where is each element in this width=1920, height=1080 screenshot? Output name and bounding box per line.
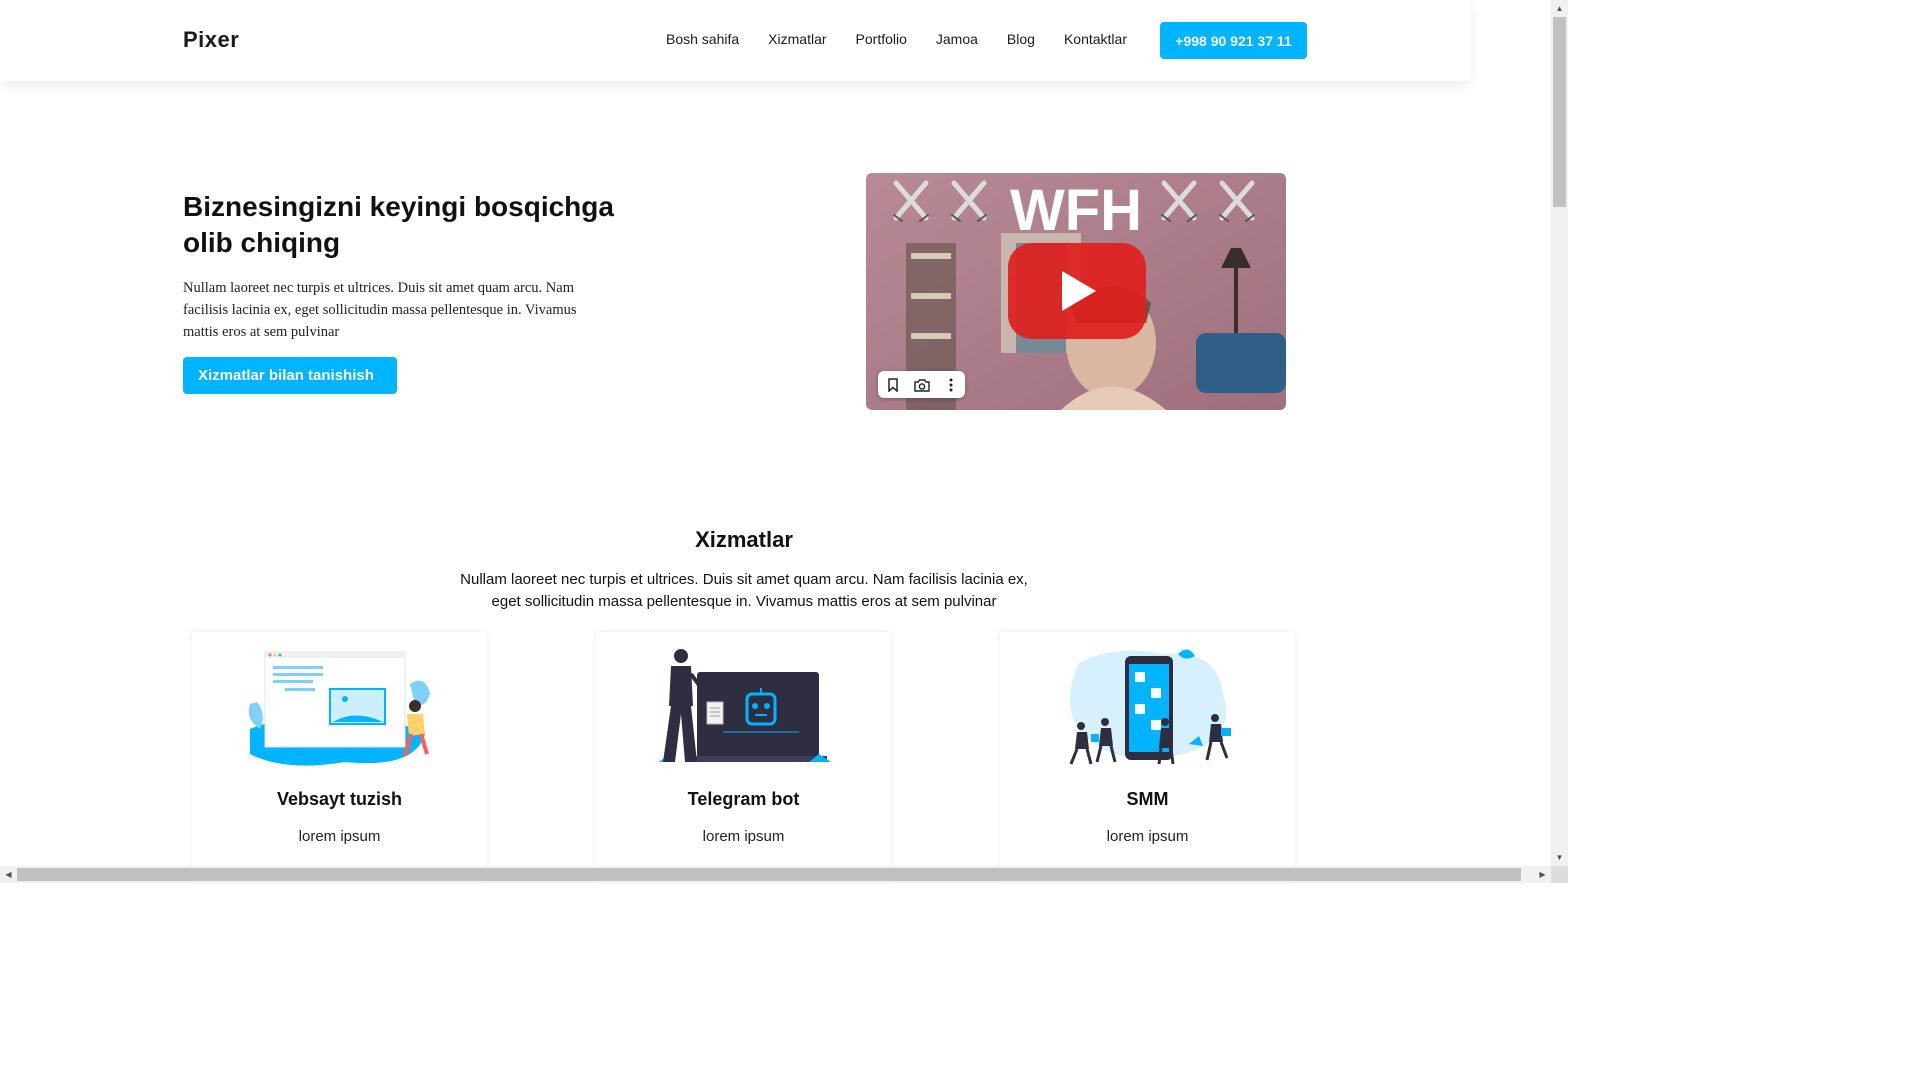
- website-illustration: [245, 644, 435, 774]
- main-nav: Bosh sahifa Xizmatlar Portfolio Jamoa Bl…: [666, 31, 1127, 47]
- service-card-title: Vebsayt tuzish: [276, 789, 403, 809]
- vertical-scrollbar[interactable]: ▲ ▼: [1551, 0, 1568, 866]
- more-vertical-icon[interactable]: [941, 375, 961, 395]
- hero-title: Biznesingizni keyingi bosqichga olib chi…: [183, 191, 614, 258]
- services-cta-button[interactable]: Xizmatlar bilan tanishish: [183, 357, 397, 394]
- services-title: Xizmatlar: [695, 527, 793, 552]
- video-embed[interactable]: WFH: [866, 173, 1286, 410]
- nav-portfolio[interactable]: Portfolio: [856, 31, 907, 47]
- nav-jamoa[interactable]: Jamoa: [936, 31, 978, 47]
- scroll-right-icon[interactable]: ▶: [1534, 866, 1551, 883]
- scrollbar-corner: [1551, 866, 1568, 883]
- bookmark-icon[interactable]: [883, 375, 903, 395]
- site-header: Pixer Bosh sahifa Xizmatlar Portfolio Ja…: [0, 0, 1470, 81]
- service-card-subtitle: lorem ipsum: [1106, 828, 1189, 845]
- telegram-bot-illustration: [649, 644, 839, 774]
- phone-button[interactable]: +998 90 921 37 11: [1160, 22, 1307, 59]
- horizontal-scroll-thumb[interactable]: [17, 868, 1521, 881]
- horizontal-scrollbar[interactable]: ◀ ▶: [0, 866, 1551, 883]
- scroll-left-icon[interactable]: ◀: [0, 866, 17, 883]
- logo[interactable]: Pixer: [183, 27, 239, 53]
- services-text: Nullam laoreet nec turpis et ultrices. D…: [460, 571, 1028, 610]
- nav-xizmatlar[interactable]: Xizmatlar: [768, 31, 826, 47]
- service-card-title: Telegram bot: [687, 789, 800, 809]
- smm-illustration: [1053, 644, 1243, 774]
- play-icon: [1008, 243, 1146, 339]
- nav-bosh-sahifa[interactable]: Bosh sahifa: [666, 31, 739, 47]
- svg-text:WFH: WFH: [1010, 178, 1142, 243]
- service-card-subtitle: lorem ipsum: [298, 828, 381, 845]
- service-card-website[interactable]: Vebsayt tuzish lorem ipsum: [192, 632, 487, 882]
- nav-blog[interactable]: Blog: [1007, 31, 1035, 47]
- nav-kontaktlar[interactable]: Kontaktlar: [1064, 31, 1127, 47]
- vertical-scroll-thumb[interactable]: [1553, 17, 1566, 207]
- service-card-title: SMM: [1126, 789, 1169, 809]
- camera-icon[interactable]: [912, 375, 932, 395]
- service-card-subtitle: lorem ipsum: [702, 828, 785, 845]
- service-card-telegram[interactable]: Telegram bot lorem ipsum: [596, 632, 891, 882]
- hero-text: Nullam laoreet nec turpis et ultrices. D…: [183, 280, 577, 340]
- service-card-smm[interactable]: SMM lorem ipsum: [1000, 632, 1295, 882]
- video-toolbar: [878, 371, 965, 398]
- scroll-up-icon[interactable]: ▲: [1551, 0, 1568, 17]
- scroll-down-icon[interactable]: ▼: [1551, 849, 1568, 866]
